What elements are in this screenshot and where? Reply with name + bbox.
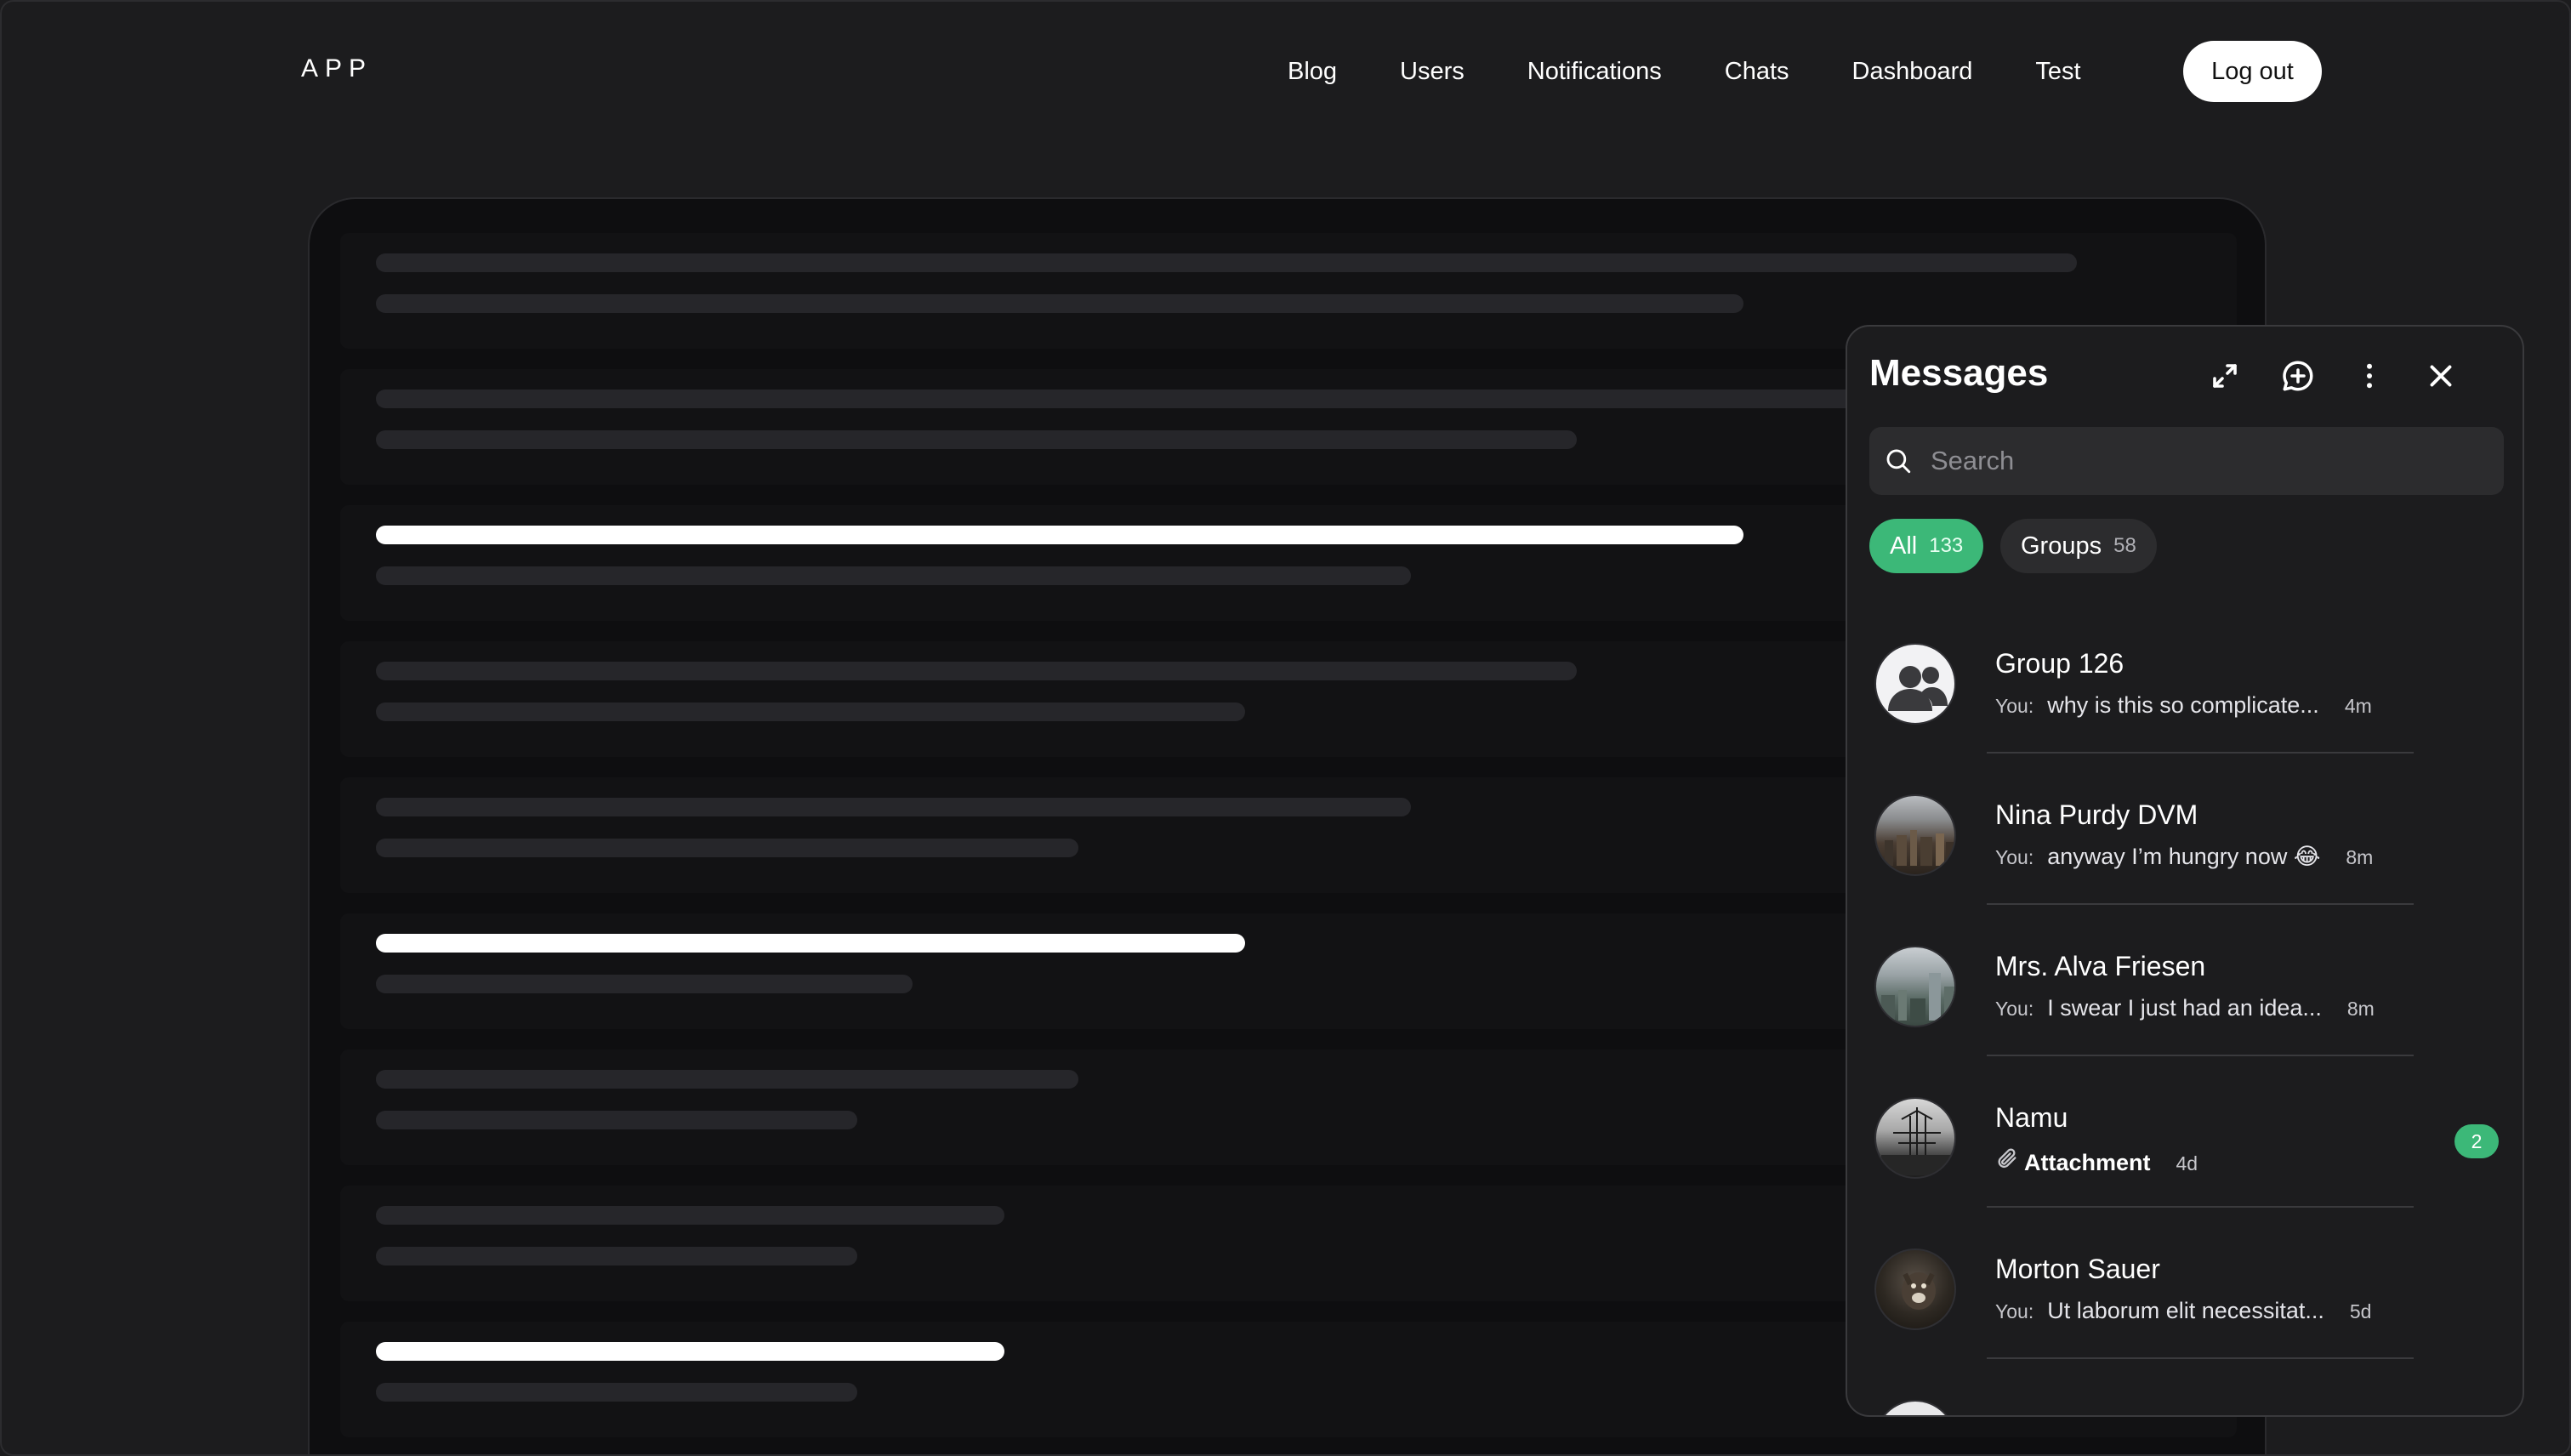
filter-all-label: All [1890,532,1918,560]
conversation-time: 4m [2344,695,2372,717]
conversation-time: 8m [2346,998,2375,1020]
conversation-preview: You: Ut laborum elit necessitat... 5d [1995,1298,2371,1324]
logout-button[interactable]: Log out [2183,41,2322,102]
conversation-name: Mrs. Alva Friesen [1995,951,2206,981]
skeleton-line [376,294,1743,313]
unread-count-badge: 2 [2454,1124,2499,1158]
messages-panel: Messages Search All 133 Groups 58 Group … [1846,325,2524,1417]
conversation-preview: Attachment 4d [1995,1146,2198,1176]
avatar [1874,794,1956,876]
conversation-item[interactable]: Group 126 You: why is this so complicate… [1847,602,2523,754]
skeleton-line [376,1247,857,1265]
preview-text: why is this so complicate... [2047,692,2319,718]
messages-title: Messages [1869,352,2049,394]
skeleton-line [376,702,1245,721]
paperclip-icon [1995,1146,2019,1176]
conversation-item[interactable]: Mrs. Alva Friesen You: I swear I just ha… [1847,905,2523,1056]
conversation-name: Namu [1995,1102,2068,1133]
search-input[interactable] [1929,445,2504,477]
search-icon [1881,444,1915,478]
more-options-icon[interactable] [2349,355,2390,396]
conversation-preview: You: I swear I just had an idea... 8m [1995,995,2375,1021]
conversation-time: 5d [2349,1300,2372,1322]
skeleton-line [376,975,913,993]
skeleton-line-highlighted [376,526,1743,544]
conversation-preview: You: anyway I’m hungry now 😂 8m [1995,844,2373,870]
skeleton-line [376,1070,1078,1089]
attachment-label: Attachment [2024,1150,2151,1175]
conversation-item[interactable]: Morton Sauer You: Ut laborum elit necess… [1847,1208,2523,1359]
preview-text: Ut laborum elit necessitat... [2047,1298,2324,1323]
nav-link-test[interactable]: Test [2035,58,2080,86]
skeleton-line [376,798,1411,816]
filter-groups-label: Groups [2021,532,2102,560]
nav-links: Blog Users Notifications Chats Dashboard… [1288,41,2081,102]
conversation-item[interactable]: Nina Purdy DVM You: anyway I’m hungry no… [1847,754,2523,905]
preview-text: I swear I just had an idea... [2047,995,2322,1021]
avatar [1874,946,1956,1027]
nav-link-notifications[interactable]: Notifications [1527,58,1662,86]
avatar [1874,1248,1956,1330]
filter-all-count: 133 [1929,534,1964,557]
skeleton-line-highlighted [376,934,1245,953]
app-window: APP Blog Users Notifications Chats Dashb… [0,0,2571,1456]
expand-icon[interactable] [2204,355,2245,396]
app-logo[interactable]: APP [301,54,373,83]
new-message-icon[interactable] [2278,355,2318,396]
skeleton-line [376,566,1411,585]
conversation-time: 4d [2176,1152,2198,1174]
skeleton-line [376,390,2077,408]
conversation-name: Nina Purdy DVM [1995,799,2198,830]
you-prefix: You: [1995,1300,2034,1322]
you-prefix: You: [1995,998,2034,1020]
conversation-name: Morton Sauer [1995,1254,2160,1284]
conversation-time: 8m [2346,846,2374,868]
conversation-item[interactable] [1847,1359,2523,1415]
close-icon[interactable] [2420,355,2461,396]
conversation-item[interactable]: Namu Attachment 4d 2 [1847,1056,2523,1208]
you-prefix: You: [1995,695,2034,717]
conversation-preview: You: why is this so complicate... 4m [1995,692,2372,719]
avatar [1874,1097,1956,1179]
skeleton-line [376,253,2077,272]
skeleton-line [376,1206,1004,1225]
top-navigation: APP Blog Users Notifications Chats Dashb… [2,2,2569,141]
preview-text: anyway I’m hungry now 😂 [2047,844,2321,869]
search-field[interactable] [1869,427,2504,495]
nav-link-dashboard[interactable]: Dashboard [1852,58,1973,86]
nav-link-blog[interactable]: Blog [1288,58,1337,86]
nav-link-users[interactable]: Users [1400,58,1465,86]
skeleton-line [376,839,1078,857]
skeleton-line-highlighted [376,1342,1004,1361]
you-prefix: You: [1995,846,2034,868]
conversation-name: Group 126 [1995,648,2124,679]
avatar [1874,1400,1956,1415]
filter-all-chip[interactable]: All 133 [1869,519,1984,573]
skeleton-line [376,1111,857,1129]
filter-groups-chip[interactable]: Groups 58 [2000,519,2157,573]
filter-groups-count: 58 [2113,534,2136,557]
group-avatar-icon [1874,643,1956,725]
skeleton-line [376,662,1577,680]
nav-link-chats[interactable]: Chats [1725,58,1789,86]
skeleton-line [376,430,1577,449]
skeleton-line [376,1383,857,1402]
